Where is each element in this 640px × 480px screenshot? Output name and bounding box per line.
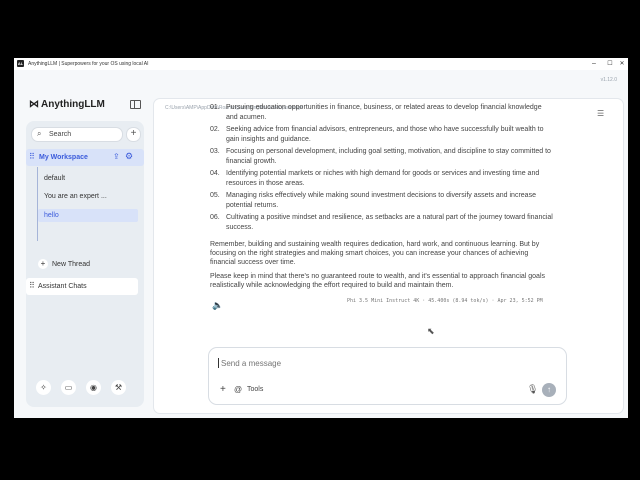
chat-area: C:\Users\AMP\AppData\Roaming\anythingllm… xyxy=(153,98,624,414)
workspace-item-my-workspace[interactable]: ⠿ My Workspace ⇪ ⚙ xyxy=(26,149,144,166)
thread-label: default xyxy=(44,175,66,182)
list-item: 05. Managing risks effectively while maki… xyxy=(210,191,555,211)
list-text: Cultivating a positive mindset and resil… xyxy=(226,214,553,231)
list-item: 02. Seeking advice from financial advisor… xyxy=(210,125,555,145)
upload-icon[interactable]: ⇪ xyxy=(113,152,120,161)
discord-icon[interactable]: ◉ xyxy=(86,380,101,395)
search-icon: ⌕ xyxy=(37,129,42,138)
response-list: 01. Pursuing education opportunities in f… xyxy=(210,103,555,235)
app-logo-icon: AL xyxy=(17,60,24,67)
response-paragraph: Please keep in mind that there's no guar… xyxy=(210,273,545,289)
gear-icon[interactable]: ⚙ xyxy=(125,151,133,162)
window-title: AnythingLLM | Superpowers for your OS us… xyxy=(28,61,149,67)
send-button[interactable]: ↑ xyxy=(542,383,556,397)
thread-item-expert[interactable]: You are an expert ... xyxy=(38,190,138,203)
list-text: Identifying potential markets or niches … xyxy=(226,170,540,187)
list-text: Pursuing education opportunities in fina… xyxy=(226,104,542,121)
message-input[interactable] xyxy=(219,358,523,369)
list-item: 03. Focusing on personal development, inc… xyxy=(210,147,555,167)
thread-label: You are an expert ... xyxy=(44,193,107,200)
attach-plus-icon[interactable]: + xyxy=(220,384,226,395)
sidebar: ⋈ AnythingLLM ⌕ Search + ⠿ My Workspace ⇪… xyxy=(21,92,144,410)
sidebar-footer: ✧ ▭ ◉ ⚒ xyxy=(36,380,132,396)
list-number: 03. xyxy=(210,148,220,155)
plus-icon: + xyxy=(38,259,48,269)
list-item: 06. Cultivating a positive mindset and re… xyxy=(210,213,555,233)
brand-logo: ⋈ AnythingLLM xyxy=(29,99,105,110)
list-number: 02. xyxy=(210,126,220,133)
list-text: Focusing on personal development, includ… xyxy=(226,148,551,165)
list-item: 04. Identifying potential markets or nich… xyxy=(210,169,555,189)
list-item: 01. Pursuing education opportunities in f… xyxy=(210,103,555,123)
community-icon[interactable]: ✧ xyxy=(36,380,51,395)
tools-button[interactable]: Tools xyxy=(247,386,263,393)
message-composer: + @ Tools 🎙 ↑ xyxy=(208,347,567,405)
thread-item-hello[interactable]: hello xyxy=(38,209,138,222)
mention-at-icon[interactable]: @ xyxy=(234,385,242,394)
sidebar-toggle-icon[interactable] xyxy=(130,100,141,109)
sliders-icon[interactable]: ☰ xyxy=(597,109,604,118)
app-window: AL AnythingLLM | Superpowers for your OS… xyxy=(14,58,628,418)
list-text: Managing risks effectively while making … xyxy=(226,192,536,209)
workspace-item-assistant-chats[interactable]: ⠿ Assistant Chats xyxy=(26,278,138,295)
list-number: 04. xyxy=(210,170,220,177)
new-thread-label: New Thread xyxy=(52,261,91,268)
thread-item-default[interactable]: default xyxy=(38,172,138,185)
search-placeholder: Search xyxy=(49,131,72,138)
speaker-icon[interactable]: 🔈 xyxy=(212,300,223,311)
list-number: 05. xyxy=(210,192,220,199)
close-button[interactable]: ✕ xyxy=(614,59,628,69)
docs-book-icon[interactable]: ▭ xyxy=(61,380,76,395)
list-number: 06. xyxy=(210,214,220,221)
mouse-cursor-icon: ⬉ xyxy=(427,326,435,336)
anythingllm-logo-icon: ⋈ xyxy=(29,99,39,110)
workspace-name: Assistant Chats xyxy=(38,283,87,290)
wrench-settings-icon[interactable]: ⚒ xyxy=(111,380,126,395)
new-workspace-button[interactable]: + xyxy=(126,127,141,142)
thread-label: hello xyxy=(44,212,59,219)
microphone-icon[interactable]: 🎙 xyxy=(527,384,538,395)
drag-handle-icon[interactable]: ⠿ xyxy=(29,281,35,290)
response-metadata: Phi 3.5 Mini Instruct 4K · 45.400s (8.94… xyxy=(347,298,543,304)
workspace-panel: ⌕ Search + ⠿ My Workspace ⇪ ⚙ default Yo… xyxy=(26,121,144,407)
list-number: 01. xyxy=(210,104,220,111)
version-label: v1.12.0 xyxy=(600,77,617,83)
drag-handle-icon[interactable]: ⠿ xyxy=(29,152,35,161)
minimize-button[interactable]: – xyxy=(586,59,602,69)
search-input[interactable]: ⌕ Search xyxy=(31,127,123,142)
brand-name: AnythingLLM xyxy=(41,99,105,110)
workspace-name: My Workspace xyxy=(39,154,88,161)
new-thread-button[interactable]: + New Thread xyxy=(38,259,90,269)
response-paragraph: Remember, building and sustaining wealth… xyxy=(210,241,540,266)
list-text: Seeking advice from financial advisors, … xyxy=(226,126,544,143)
title-bar: AL AnythingLLM | Superpowers for your OS… xyxy=(14,58,628,70)
